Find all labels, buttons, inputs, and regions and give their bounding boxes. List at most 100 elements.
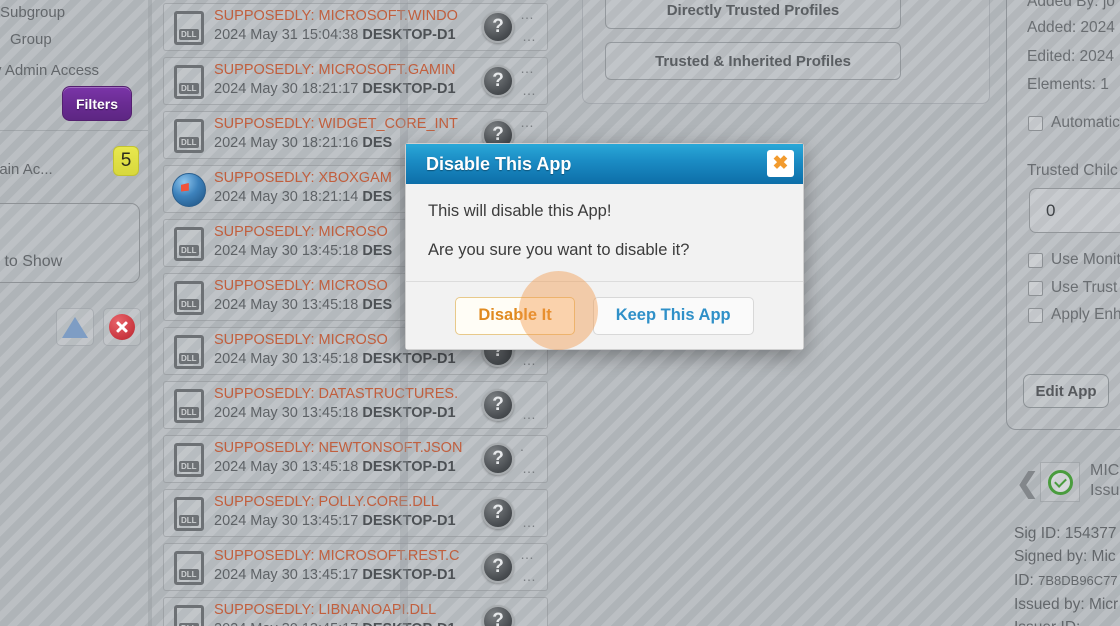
list-item[interactable]: SUPPOSEDLY: MICROSOFT.REST.C 2024 May 30 … — [163, 543, 548, 591]
nothing-to-show-label: s to Show — [0, 253, 63, 270]
checkbox-box[interactable] — [1028, 307, 1043, 323]
unknown-status-icon[interactable]: ? — [482, 497, 514, 529]
dll-file-icon — [174, 335, 204, 369]
delete-button[interactable] — [103, 308, 141, 346]
trusted-child-input[interactable]: 0 — [1029, 188, 1120, 233]
list-item[interactable]: SUPPOSEDLY: MICROSOFT.GAMIN 2024 May 30 1… — [163, 57, 548, 105]
apply-enhanced-checkbox[interactable]: Apply Enh — [1028, 306, 1120, 324]
list-item[interactable]: SUPPOSEDLY: DATASTRUCTURES. 2024 May 30 1… — [163, 381, 548, 429]
checkbox-box[interactable] — [1028, 115, 1043, 131]
sidebar-label-group: Group — [10, 31, 52, 48]
verified-seal-icon — [1040, 462, 1080, 502]
list-item-overflow-bottom: … — [522, 352, 536, 368]
dll-file-icon — [170, 9, 208, 47]
list-item-date: 2024 May 30 13:45:18 — [214, 459, 363, 475]
chevron-left-icon[interactable]: ❮ — [1016, 468, 1039, 499]
checkbox-box[interactable] — [1028, 252, 1043, 268]
windows-logo-icon — [170, 171, 208, 209]
list-item-title: SUPPOSEDLY: MICROSO — [214, 278, 388, 294]
list-item-title: SUPPOSEDLY: NEWTONSOFT.JSON — [214, 440, 463, 456]
dll-file-icon — [174, 65, 204, 99]
dll-file-icon — [170, 495, 208, 533]
dll-file-icon — [174, 497, 204, 531]
list-item-overflow-bottom: … — [522, 568, 536, 584]
dll-file-icon — [170, 279, 208, 317]
list-item-subtitle: 2024 May 30 18:21:16 DES — [214, 135, 392, 151]
sidebar-divider — [0, 130, 148, 131]
dll-file-icon — [174, 389, 204, 423]
unknown-status-icon[interactable]: ? — [482, 11, 514, 43]
list-item-title: SUPPOSEDLY: DATASTRUCTURES. — [214, 386, 459, 402]
signature-id-label: ID: — [1014, 572, 1039, 589]
dll-file-icon — [174, 551, 204, 585]
unknown-status-icon[interactable]: ? — [482, 605, 514, 626]
unknown-status-icon[interactable]: ? — [482, 551, 514, 583]
close-icon[interactable]: ✖ — [767, 150, 794, 177]
list-item-subtitle: 2024 May 30 13:45:17 DESKTOP-D1 — [214, 621, 456, 626]
dll-file-icon — [170, 387, 208, 425]
list-item-host: DESKTOP-D1 — [362, 405, 456, 421]
sidebar-label-admin-access: y Admin Access — [0, 62, 100, 79]
dll-file-icon — [170, 603, 208, 626]
unknown-status-icon[interactable]: ? — [482, 389, 514, 421]
move-up-button[interactable] — [56, 308, 94, 346]
dll-file-icon — [174, 119, 204, 153]
list-item-overflow-top: … — [520, 114, 534, 130]
list-item-title: SUPPOSEDLY: MICROSOFT.WINDO — [214, 8, 458, 24]
list-item-title: SUPPOSEDLY: WIDGET_CORE_INT — [214, 116, 458, 132]
dialog-title: Disable This App — [426, 153, 572, 174]
use-monitor-checkbox-label: Use Monit — [1051, 251, 1120, 268]
dll-file-icon — [174, 11, 204, 45]
list-item-host: DESKTOP-D1 — [362, 351, 456, 367]
dll-file-icon — [170, 333, 208, 371]
dialog-message-line2: Are you sure you want to disable it? — [428, 241, 690, 259]
list-item-date: 2024 May 30 13:45:18 — [214, 297, 363, 313]
list-item[interactable]: SUPPOSEDLY: POLLY.CORE.DLL2024 May 30 13… — [163, 489, 548, 537]
unknown-status-icon[interactable]: ? — [482, 65, 514, 97]
signature-name: MICR — [1090, 462, 1120, 479]
trusted-inherited-profiles-button[interactable]: Trusted & Inherited Profiles — [605, 42, 901, 80]
signature-sig-id: Sig ID: 154377 — [1014, 525, 1117, 542]
edit-app-button[interactable]: Edit App — [1023, 374, 1109, 408]
apply-enhanced-checkbox-label: Apply Enh — [1051, 306, 1120, 323]
list-item-host: DESKTOP-D1 — [362, 567, 456, 583]
unknown-status-icon[interactable]: ? — [482, 443, 514, 475]
list-item-overflow-bottom: … — [522, 82, 536, 98]
sidebar: Subgroup Group y Admin Access Filters la… — [0, 0, 150, 626]
list-item-host: DES — [362, 243, 393, 259]
list-item-title: SUPPOSEDLY: MICROSOFT.REST.C — [214, 548, 460, 564]
list-item-date: 2024 May 30 18:21:17 — [214, 81, 363, 97]
app-details-panel: Added By: jo Added: 2024 Edited: 2024 El… — [1006, 0, 1120, 430]
use-trusted-checkbox[interactable]: Use Trust — [1028, 279, 1117, 297]
list-item[interactable]: SUPPOSEDLY: LIBNANOAPI.DLL2024 May 30 13… — [163, 597, 548, 626]
list-item-overflow-bottom: … — [522, 460, 536, 476]
dll-file-icon — [174, 227, 204, 261]
signature-id: ID: 7B8DB96C77 — [1014, 572, 1118, 590]
dll-file-icon — [170, 225, 208, 263]
signature-issued-by: Issued by: Micr — [1014, 596, 1119, 613]
dialog-body: This will disable this App! Are you sure… — [406, 184, 803, 260]
list-item[interactable]: SUPPOSEDLY: NEWTONSOFT.JSON 2024 May 30 1… — [163, 435, 548, 483]
list-item-subtitle: 2024 May 30 18:21:14 DES — [214, 189, 392, 205]
signature-id-value: 7B8DB96C77 — [1038, 573, 1118, 588]
keep-this-app-button[interactable]: Keep This App — [592, 296, 754, 335]
dialog-footer: Disable It Keep This App — [406, 281, 803, 349]
checkbox-box[interactable] — [1028, 280, 1043, 296]
sidebar-label-subgroup: Subgroup — [0, 4, 66, 21]
automatic-checkbox[interactable]: Automatic — [1028, 114, 1120, 132]
use-trusted-checkbox-label: Use Trust — [1051, 279, 1118, 296]
list-item-title: SUPPOSEDLY: MICROSO — [214, 224, 388, 240]
list-item[interactable]: SUPPOSEDLY: MICROSOFT.WINDO 2024 May 31 1… — [163, 3, 548, 51]
list-item-date: 2024 May 31 15:04:38 — [214, 27, 363, 43]
directly-trusted-profiles-button[interactable]: Directly Trusted Profiles — [605, 0, 901, 29]
list-item-date: 2024 May 30 13:45:18 — [214, 243, 363, 259]
dll-file-icon — [174, 443, 204, 477]
list-item-date: 2024 May 30 18:21:14 — [214, 189, 363, 205]
list-item-host: DESKTOP-D1 — [362, 81, 456, 97]
delete-circle-icon — [109, 314, 135, 340]
list-item-host: DESKTOP-D1 — [362, 513, 456, 529]
disable-it-button[interactable]: Disable It — [455, 296, 575, 335]
filters-button[interactable]: Filters — [62, 86, 132, 121]
list-item-subtitle: 2024 May 30 13:45:18 DESKTOP-D1 — [214, 351, 456, 367]
use-monitor-checkbox[interactable]: Use Monit — [1028, 251, 1120, 269]
